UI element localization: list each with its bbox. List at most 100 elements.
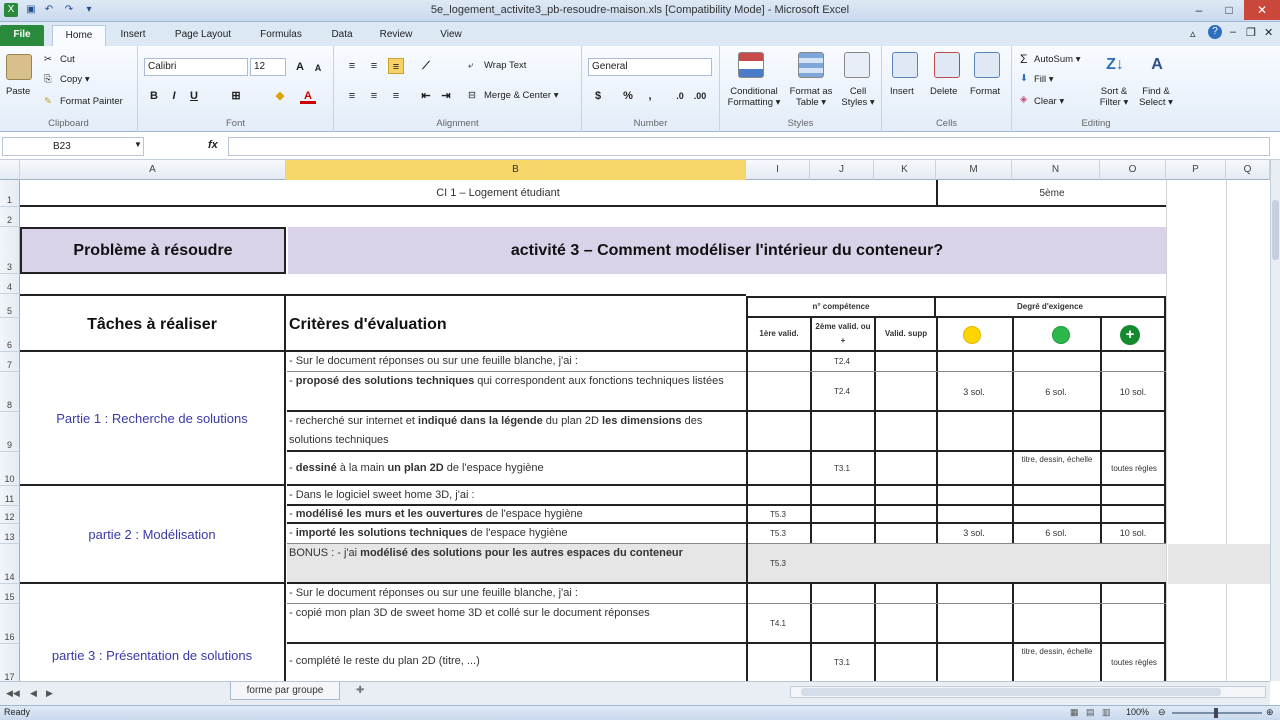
- increase-indent-icon[interactable]: ⇥: [438, 88, 454, 104]
- select-all-corner[interactable]: [0, 160, 20, 180]
- shrink-font-button[interactable]: A: [310, 60, 326, 76]
- paste-button[interactable]: Paste: [6, 86, 30, 97]
- criteria-r8[interactable]: - proposé des solutions techniques qui c…: [287, 372, 746, 412]
- r8-j[interactable]: T2.4: [810, 372, 874, 412]
- tab-data[interactable]: Data: [320, 25, 364, 46]
- format-painter-icon[interactable]: ✎: [44, 96, 52, 107]
- tasks-header-cell[interactable]: Tâches à réaliser: [20, 294, 286, 352]
- r14-i[interactable]: T5.3: [746, 544, 810, 584]
- r13-n[interactable]: 6 sol.: [1012, 524, 1100, 544]
- maximize-button[interactable]: □: [1214, 0, 1244, 20]
- next-sheet-icon[interactable]: ▶: [46, 688, 53, 699]
- criteria-r15[interactable]: - Sur le document réponses ou sur une fe…: [287, 584, 746, 604]
- row-header[interactable]: 17: [0, 644, 20, 681]
- workbook-restore-icon[interactable]: ❐: [1246, 26, 1256, 39]
- col-header-k[interactable]: K: [874, 160, 936, 180]
- format-cells-icon[interactable]: [974, 52, 1000, 78]
- col-header-a[interactable]: A: [20, 160, 286, 180]
- row-header[interactable]: 2: [0, 207, 20, 227]
- align-right-icon[interactable]: ≡: [388, 88, 404, 104]
- borders-icon[interactable]: ⊞: [228, 88, 244, 104]
- r17-n[interactable]: titre, dessin, échelle: [1014, 646, 1100, 681]
- part3-label[interactable]: partie 3 : Présentation de solutions: [20, 584, 286, 681]
- sort-filter-icon[interactable]: Z↓: [1102, 52, 1128, 78]
- r16-i[interactable]: T4.1: [746, 604, 810, 644]
- formula-input[interactable]: [228, 137, 1270, 156]
- zoom-out-icon[interactable]: ⊖: [1158, 707, 1166, 718]
- criteria-r10[interactable]: - dessiné à la main un plan 2D de l'espa…: [287, 452, 746, 486]
- col-header-i[interactable]: I: [746, 160, 810, 180]
- find-select-icon[interactable]: A: [1144, 52, 1170, 78]
- copy-icon[interactable]: ⎘: [44, 74, 52, 85]
- cell-styles-icon[interactable]: [844, 52, 870, 78]
- level-cell[interactable]: 5ème: [936, 180, 1166, 207]
- row-header[interactable]: 3: [0, 227, 20, 274]
- tab-review[interactable]: Review: [368, 25, 424, 46]
- criteria-r17[interactable]: - complété le reste du plan 2D (titre, .…: [287, 644, 746, 681]
- criteria-r14[interactable]: BONUS : - j'ai modélisé des solutions po…: [287, 544, 746, 584]
- row-header[interactable]: 7: [0, 352, 20, 372]
- sheet-tab-forme-par-groupe[interactable]: forme par groupe: [230, 682, 340, 700]
- col-header-o[interactable]: O: [1100, 160, 1166, 180]
- prev-sheet-icon[interactable]: ◀: [30, 688, 37, 699]
- row-header[interactable]: 5: [0, 294, 20, 318]
- number-format-combo[interactable]: General: [588, 58, 712, 76]
- row-header[interactable]: 13: [0, 524, 20, 544]
- vertical-scrollbar[interactable]: [1270, 160, 1280, 681]
- r17-o[interactable]: toutes règles: [1100, 644, 1168, 681]
- format-as-table-icon[interactable]: [798, 52, 824, 78]
- clear-icon[interactable]: ◈: [1020, 94, 1027, 105]
- criteria-r13[interactable]: - importé les solutions techniques de l'…: [287, 524, 746, 544]
- workbook-minimize-icon[interactable]: –: [1230, 26, 1236, 38]
- row-header[interactable]: 10: [0, 452, 20, 486]
- ribbon-minimize-icon[interactable]: ▵: [1190, 27, 1196, 40]
- currency-icon[interactable]: $: [590, 88, 606, 104]
- row-header[interactable]: 4: [0, 274, 20, 294]
- zoom-level[interactable]: 100%: [1126, 707, 1149, 717]
- paste-icon[interactable]: [6, 54, 32, 80]
- row-header[interactable]: 15: [0, 584, 20, 604]
- row-header[interactable]: 9: [0, 412, 20, 452]
- tab-page-layout[interactable]: Page Layout: [164, 25, 242, 46]
- col-header-q[interactable]: Q: [1226, 160, 1270, 180]
- autosum-button[interactable]: AutoSum ▾: [1034, 54, 1080, 65]
- r13-m[interactable]: 3 sol.: [936, 524, 1012, 544]
- criteria-r16[interactable]: - copié mon plan 3D de sweet home 3D et …: [287, 604, 746, 644]
- horizontal-scroll-thumb[interactable]: [801, 688, 1221, 696]
- valid1-header-cell[interactable]: 1ère valid.: [746, 318, 810, 352]
- horizontal-scrollbar[interactable]: [790, 686, 1266, 698]
- clear-button[interactable]: Clear ▾: [1034, 96, 1064, 107]
- tab-formulas[interactable]: Formulas: [248, 25, 314, 46]
- new-sheet-icon[interactable]: ✚: [356, 685, 364, 696]
- row-header[interactable]: 16: [0, 604, 20, 644]
- merge-icon[interactable]: ⊟: [468, 90, 476, 101]
- problem-header-cell[interactable]: Problème à résoudre: [20, 227, 286, 274]
- conditional-formatting-icon[interactable]: [738, 52, 764, 78]
- criteria-r11[interactable]: - Dans le logiciel sweet home 3D, j'ai :: [287, 486, 746, 506]
- underline-button[interactable]: U: [186, 88, 202, 104]
- row-header[interactable]: 14: [0, 544, 20, 584]
- conditional-formatting-button[interactable]: Conditional Formatting ▾: [724, 86, 784, 108]
- fill-button[interactable]: Fill ▾: [1034, 74, 1054, 85]
- delete-cells-icon[interactable]: [934, 52, 960, 78]
- part1-label[interactable]: Partie 1 : Recherche de solutions: [20, 352, 286, 486]
- close-button[interactable]: ✕: [1244, 0, 1280, 20]
- tab-home[interactable]: Home: [52, 25, 106, 46]
- vertical-scroll-thumb[interactable]: [1272, 200, 1279, 260]
- col-header-j[interactable]: J: [810, 160, 874, 180]
- col-header-p[interactable]: P: [1166, 160, 1226, 180]
- title-cell[interactable]: CI 1 – Logement étudiant: [20, 180, 936, 207]
- help-icon[interactable]: ?: [1208, 25, 1222, 39]
- valid-supp-header-cell[interactable]: Valid. supp: [874, 318, 936, 352]
- font-color-icon[interactable]: A: [300, 88, 316, 104]
- row-header[interactable]: 1: [0, 180, 20, 207]
- percent-button[interactable]: %: [620, 88, 636, 104]
- r8-o[interactable]: 10 sol.: [1100, 372, 1166, 412]
- competence-header-cell[interactable]: n° compétence: [746, 296, 936, 318]
- insert-function-button[interactable]: fx: [208, 139, 218, 151]
- page-layout-view-icon[interactable]: ▤: [1086, 707, 1095, 718]
- delete-button[interactable]: Delete: [930, 86, 957, 97]
- r8-m[interactable]: 3 sol.: [936, 372, 1012, 412]
- merge-center-button[interactable]: Merge & Center ▾: [484, 90, 558, 101]
- align-center-icon[interactable]: ≡: [366, 88, 382, 104]
